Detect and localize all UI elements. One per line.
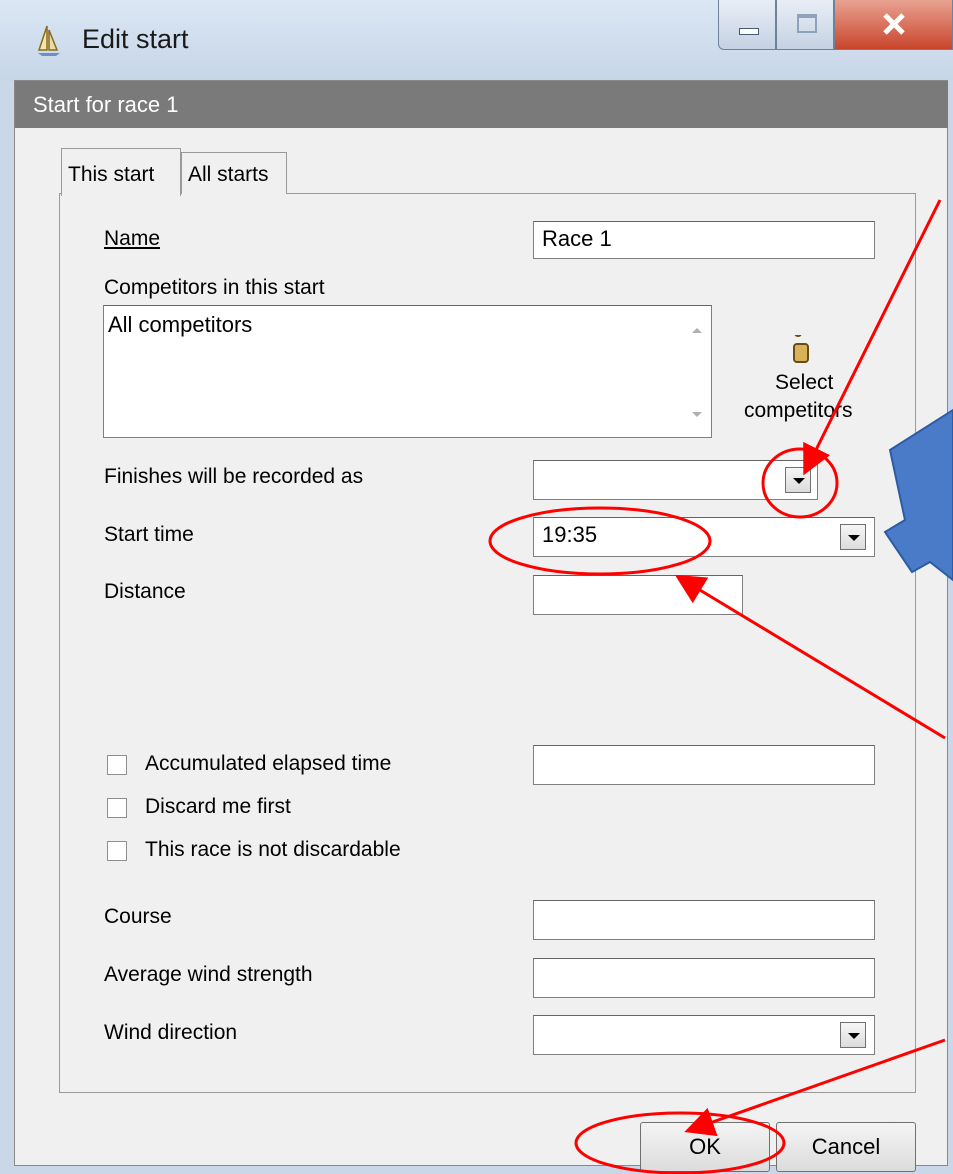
finishes-label: Finishes will be recorded as <box>104 465 364 488</box>
start-time-combo[interactable]: 19:35 <box>533 517 875 557</box>
accumulated-label: Accumulated elapsed time <box>145 752 392 775</box>
close-button[interactable] <box>834 0 953 50</box>
discard-first-label: Discard me first <box>145 795 291 818</box>
start-time-label: Start time <box>104 523 194 546</box>
wind-direction-dropdown-icon[interactable] <box>840 1022 866 1048</box>
competitor-icon <box>793 335 809 363</box>
competitors-textarea[interactable]: All competitors <box>103 305 712 438</box>
accumulated-field[interactable] <box>533 745 875 785</box>
finishes-dropdown-icon[interactable] <box>785 467 811 493</box>
course-field[interactable] <box>533 900 875 940</box>
select-label-line1: Select <box>775 371 834 394</box>
minimize-button[interactable] <box>718 0 776 50</box>
ok-button[interactable]: OK <box>640 1122 770 1172</box>
discard-first-checkbox[interactable] <box>107 798 127 818</box>
minimize-icon <box>739 28 759 35</box>
wind-strength-field[interactable] <box>533 958 875 998</box>
scroll-down-icon[interactable] <box>692 412 702 417</box>
wind-direction-select[interactable] <box>533 1015 875 1055</box>
maximize-icon <box>797 14 817 33</box>
sailboat-icon <box>36 24 62 58</box>
scroll-up-icon[interactable] <box>692 328 702 333</box>
name-label: Name <box>104 227 161 250</box>
tab-this-start[interactable]: This start <box>61 148 181 196</box>
window-title: Edit start <box>82 24 189 54</box>
maximize-button[interactable] <box>776 0 834 50</box>
course-label: Course <box>104 905 172 928</box>
competitors-text: All competitors <box>108 312 253 337</box>
wind-direction-label: Wind direction <box>104 1021 238 1044</box>
not-discardable-label: This race is not discardable <box>145 838 401 861</box>
wind-strength-label: Average wind strength <box>104 963 313 986</box>
competitors-label: Competitors in this start <box>104 276 325 299</box>
start-time-dropdown-icon[interactable] <box>840 524 866 550</box>
select-competitors-button[interactable]: Select competitors <box>738 335 873 430</box>
name-field[interactable]: Race 1 <box>533 221 875 259</box>
header-text: Start for race 1 <box>33 92 179 117</box>
distance-label: Distance <box>104 580 186 603</box>
scrollbar[interactable] <box>683 306 711 437</box>
accumulated-checkbox[interactable] <box>107 755 127 775</box>
finishes-select[interactable] <box>533 460 818 500</box>
distance-field[interactable] <box>533 575 743 615</box>
tab-all-starts[interactable]: All starts <box>181 152 287 194</box>
cancel-button[interactable]: Cancel <box>776 1122 916 1172</box>
select-label-line2: competitors <box>744 399 853 422</box>
close-icon <box>883 13 905 35</box>
not-discardable-checkbox[interactable] <box>107 841 127 861</box>
